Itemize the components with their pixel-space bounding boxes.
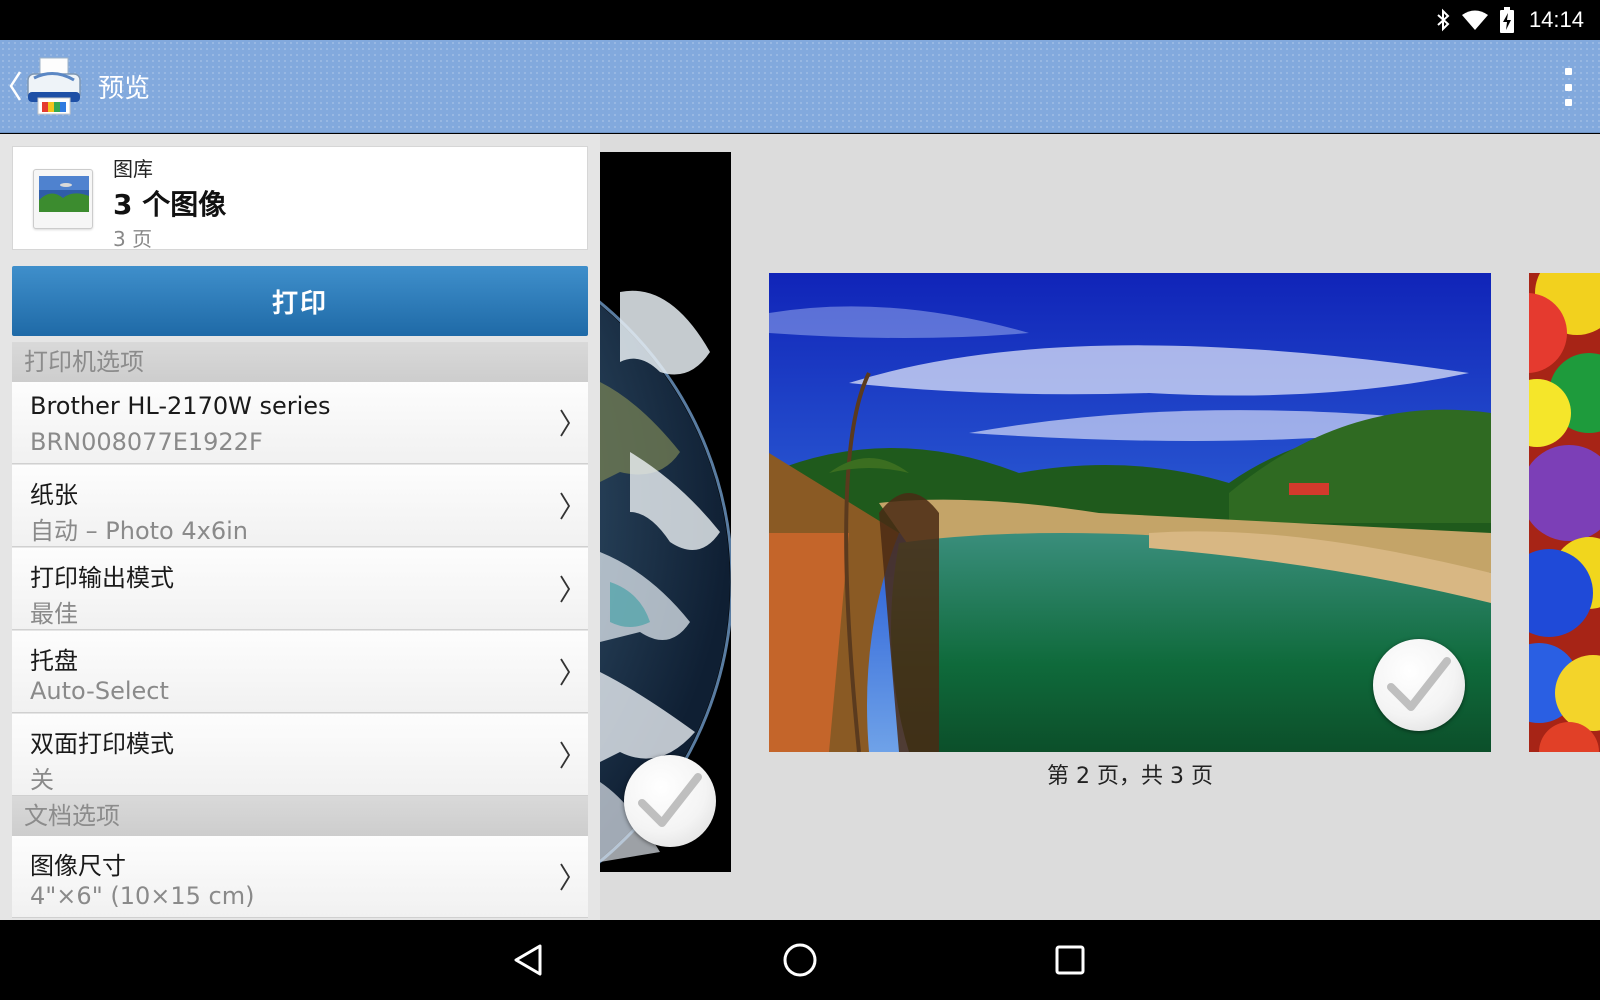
menu-dot <box>1564 99 1572 106</box>
nav-recents-icon[interactable] <box>1050 940 1090 980</box>
option-image-size[interactable]: 图像尺寸 4"×6" (10×15 cm) <box>12 836 588 918</box>
checkmark-icon[interactable] <box>1373 639 1465 731</box>
bluetooth-icon <box>1437 8 1450 32</box>
option-printer[interactable]: Brother HL-2170W series BRN008077E1922F <box>12 382 588 464</box>
option-tray[interactable]: 托盘 Auto-Select <box>12 631 588 713</box>
option-output-mode[interactable]: 打印输出模式 最佳 <box>12 548 588 630</box>
document-options-header: 文档选项 <box>12 796 588 836</box>
print-button[interactable]: 打印 <box>12 266 588 336</box>
settings-panel: 图库 3 个图像 3 页 打印 打印机选项 Brother HL-2170W s… <box>0 134 600 920</box>
status-time: 14:14 <box>1528 7 1584 32</box>
option-value: 关 <box>30 766 54 794</box>
page-indicator: 第 2 页，共 3 页 <box>1047 764 1213 789</box>
preview-page-river[interactable] <box>769 273 1491 752</box>
option-title: 打印输出模式 <box>30 564 174 592</box>
option-value: BRN008077E1922F <box>30 428 263 456</box>
printer-options-header: 打印机选项 <box>12 342 588 382</box>
chevron-left-icon[interactable] <box>6 66 24 106</box>
menu-dot <box>1564 83 1572 91</box>
app-bar: 预览 <box>0 40 1600 133</box>
option-value: Auto-Select <box>30 677 169 705</box>
option-value: 4"×6" (10×15 cm) <box>30 882 255 910</box>
battery-charging-icon <box>1499 7 1514 33</box>
option-title: Brother HL-2170W series <box>30 392 331 420</box>
status-bar: 14:14 <box>0 0 1600 40</box>
option-paper[interactable]: 纸张 自动 – Photo 4x6in <box>12 465 588 547</box>
navigation-bar <box>0 920 1600 1000</box>
gallery-image-icon <box>33 169 93 229</box>
source-pages: 3 页 <box>113 227 153 251</box>
chevron-right-icon <box>560 741 571 769</box>
menu-dot <box>1564 68 1572 75</box>
preview-page-balls[interactable] <box>1529 273 1600 752</box>
source-card[interactable]: 图库 3 个图像 3 页 <box>12 146 588 251</box>
checkmark-icon[interactable] <box>624 755 716 847</box>
chevron-right-icon <box>560 575 571 603</box>
option-title: 双面打印模式 <box>30 730 174 758</box>
option-title: 纸张 <box>30 481 78 509</box>
option-title: 图像尺寸 <box>30 852 126 880</box>
nav-home-icon[interactable] <box>780 940 820 980</box>
chevron-right-icon <box>560 492 571 520</box>
chevron-right-icon <box>560 409 571 437</box>
colored-balls-photo <box>1529 273 1600 752</box>
printer-app-logo[interactable] <box>24 54 84 116</box>
option-title: 托盘 <box>30 647 78 675</box>
source-title: 3 个图像 <box>113 188 227 221</box>
overflow-menu-icon[interactable] <box>1562 68 1574 106</box>
wifi-icon <box>1461 10 1488 30</box>
status-icons: 14:14 <box>1435 0 1584 40</box>
source-label: 图库 <box>113 157 153 181</box>
preview-page-earth[interactable] <box>600 152 731 872</box>
preview-area[interactable]: 第 2 页，共 3 页 <box>600 134 1600 920</box>
chevron-right-icon <box>560 658 571 686</box>
page-title: 预览 <box>98 74 151 104</box>
option-duplex[interactable]: 双面打印模式 关 <box>12 714 588 796</box>
option-value: 最佳 <box>30 600 78 628</box>
chevron-right-icon <box>560 863 571 891</box>
option-value: 自动 – Photo 4x6in <box>30 517 248 545</box>
nav-back-icon[interactable] <box>510 940 550 980</box>
